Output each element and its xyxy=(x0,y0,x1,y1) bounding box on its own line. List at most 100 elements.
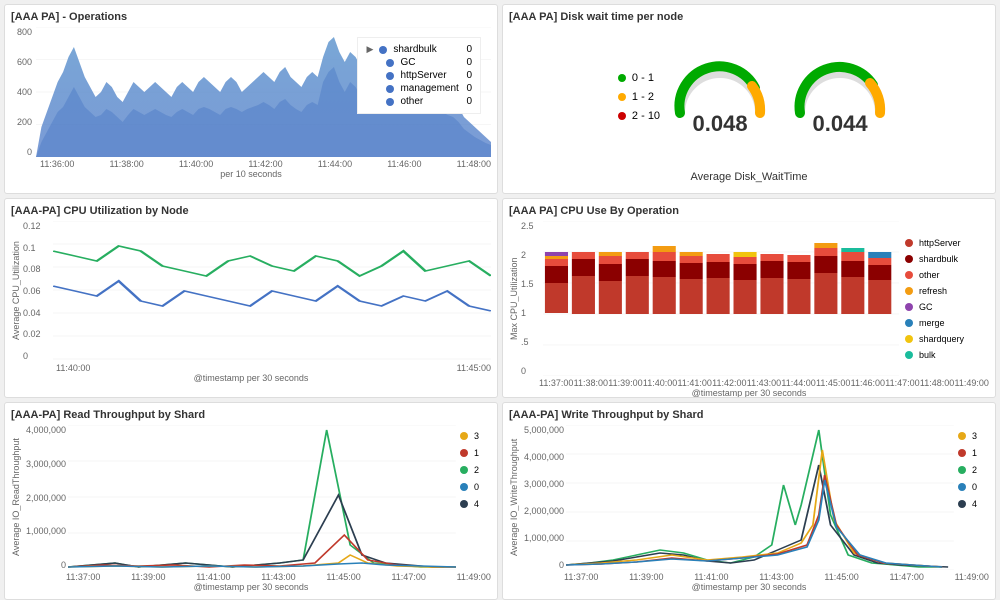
cpu-op-legend-other: other xyxy=(905,270,989,280)
management-dot xyxy=(386,85,394,93)
read-dot-0 xyxy=(460,483,468,491)
legend-dot-shardbulk xyxy=(905,255,913,263)
cpu-op-legend-shardbulk: shardbulk xyxy=(905,254,989,264)
write-dot-1 xyxy=(958,449,966,457)
legend-dot-other xyxy=(905,271,913,279)
read-label-1: 1 xyxy=(474,448,479,458)
cpu-op-legend-bulk: bulk xyxy=(905,350,989,360)
read-label-4: 4 xyxy=(474,499,479,509)
httpserver-dot xyxy=(386,72,394,80)
read-label-3: 3 xyxy=(474,431,479,441)
disk-title: [AAA PA] Disk wait time per node xyxy=(509,11,989,23)
management-value: 0 xyxy=(466,83,472,94)
cpu-node-svg xyxy=(53,221,491,361)
disk-legend-2-10: 2 - 10 xyxy=(618,110,660,122)
gc-dot xyxy=(386,59,394,67)
disk-content: 0 - 1 1 - 2 2 - 10 xyxy=(509,27,989,183)
cpu-node-panel: [AAA-PA] CPU Utilization by Node Average… xyxy=(4,198,498,398)
legend-item-shardbulk: ▶ shardbulk 0 xyxy=(366,44,472,55)
write-legend-1: 1 xyxy=(958,448,989,458)
write-legend: 3 1 2 0 4 xyxy=(954,425,989,570)
write-legend-3: 3 xyxy=(958,431,989,441)
read-label-2: 2 xyxy=(474,465,479,475)
management-label: management xyxy=(400,83,460,94)
legend-label-httpserver: httpServer xyxy=(919,238,961,248)
cpu-node-chart: Average CPU_Utilization 0.12 0.1 0.08 0.… xyxy=(11,221,491,361)
write-label-3: 3 xyxy=(972,431,977,441)
write-x-subtitle: @timestamp per 30 seconds xyxy=(509,582,989,592)
legend-item-gc: GC 0 xyxy=(366,57,472,68)
legend-label-merge: merge xyxy=(919,318,945,328)
write-x-labels: 11:37:00 11:39:00 11:41:00 11:43:00 11:4… xyxy=(509,572,989,582)
write-dot-4 xyxy=(958,500,966,508)
disk-gauges-row: 0 - 1 1 - 2 2 - 10 xyxy=(608,27,890,167)
shardbulk-value: 0 xyxy=(466,44,472,55)
cpu-node-y-ticks: 0.12 0.1 0.08 0.06 0.04 0.02 0 xyxy=(23,221,53,361)
legend-item-management: management 0 xyxy=(366,83,472,94)
legend-dot-gc xyxy=(905,303,913,311)
write-y-ticks: 5,000,000 4,000,000 3,000,000 2,000,000 … xyxy=(521,425,566,570)
cpu-op-legend-shardquery: shardquery xyxy=(905,334,989,344)
gc-label: GC xyxy=(400,57,460,68)
legend-dot-refresh xyxy=(905,287,913,295)
cpu-node-title: [AAA-PA] CPU Utilization by Node xyxy=(11,205,491,217)
disk-dot-1-2 xyxy=(618,93,626,101)
read-label-0: 0 xyxy=(474,482,479,492)
read-svg xyxy=(68,425,456,570)
write-dot-2 xyxy=(958,466,966,474)
disk-legend: 0 - 1 1 - 2 2 - 10 xyxy=(618,70,660,124)
legend-dot-merge xyxy=(905,319,913,327)
disk-dot-2-10 xyxy=(618,112,626,120)
disk-panel: [AAA PA] Disk wait time per node 0 - 1 1… xyxy=(502,4,996,194)
legend-label-shardbulk: shardbulk xyxy=(919,254,958,264)
read-y-ticks: 4,000,000 3,000,000 2,000,000 1,000,000 … xyxy=(23,425,68,570)
legend-label-refresh: refresh xyxy=(919,286,947,296)
disk-range-0-1: 0 - 1 xyxy=(632,72,654,84)
disk-legend-1-2: 1 - 2 xyxy=(618,91,660,103)
cpu-op-svg xyxy=(543,221,899,376)
cpu-node-y-label: Average CPU_Utilization xyxy=(11,221,21,361)
legend-item-httpserver: httpServer 0 xyxy=(366,70,472,81)
write-svg xyxy=(566,425,954,570)
write-y-label: Average IO_WriteThroughput xyxy=(509,425,519,570)
cpu-op-x-labels: 11:37:00 11:38:00 11:39:00 11:40:00 11:4… xyxy=(509,378,989,388)
read-dot-3 xyxy=(460,432,468,440)
write-legend-4: 4 xyxy=(958,499,989,509)
legend-dot-httpserver xyxy=(905,239,913,247)
read-legend-1: 1 xyxy=(460,448,491,458)
cpu-node-x-labels: 11:40:00 11:45:00 xyxy=(11,363,491,373)
cpu-op-y-label: Max CPU_Utilization xyxy=(509,221,519,376)
read-x-labels: 11:37:00 11:39:00 11:41:00 11:43:00 11:4… xyxy=(11,572,491,582)
write-title: [AAA-PA] Write Throughput by Shard xyxy=(509,409,989,421)
legend-dot-shardquery xyxy=(905,335,913,343)
ops-y-labels: 800 600 400 200 0 xyxy=(11,27,36,157)
legend-label-gc: GC xyxy=(919,302,933,312)
other-label: other xyxy=(400,96,460,107)
write-label-1: 1 xyxy=(972,448,977,458)
httpserver-label: httpServer xyxy=(400,70,460,81)
cpu-op-y-ticks: 2.5 2 1.5 1 .5 0 xyxy=(521,221,543,376)
write-legend-0: 0 xyxy=(958,482,989,492)
cpu-op-legend-refresh: refresh xyxy=(905,286,989,296)
read-legend-0: 0 xyxy=(460,482,491,492)
read-dot-1 xyxy=(460,449,468,457)
gc-value: 0 xyxy=(466,57,472,68)
write-layout: Average IO_WriteThroughput 5,000,000 4,0… xyxy=(509,425,989,570)
cpu-op-legend-merge: merge xyxy=(905,318,989,328)
write-label-4: 4 xyxy=(972,499,977,509)
cpu-op-legend-gc: GC xyxy=(905,302,989,312)
legend-item-other: other 0 xyxy=(366,96,472,107)
other-value: 0 xyxy=(466,96,472,107)
read-layout: Average IO_ReadThroughput 4,000,000 3,00… xyxy=(11,425,491,570)
ops-x-subtitle: per 10 seconds xyxy=(11,169,491,179)
cpu-op-title: [AAA PA] CPU Use By Operation xyxy=(509,205,989,217)
expand-icon: ▶ xyxy=(366,44,373,55)
read-y-label: Average IO_ReadThroughput xyxy=(11,425,21,570)
read-chart xyxy=(68,425,456,570)
legend-label-other: other xyxy=(919,270,940,280)
legend-label-bulk: bulk xyxy=(919,350,936,360)
write-label-2: 2 xyxy=(972,465,977,475)
cpu-op-x-subtitle: @timestamp per 30 seconds xyxy=(509,388,989,398)
read-legend-4: 4 xyxy=(460,499,491,509)
cpu-node-x-subtitle: @timestamp per 30 seconds xyxy=(11,373,491,383)
